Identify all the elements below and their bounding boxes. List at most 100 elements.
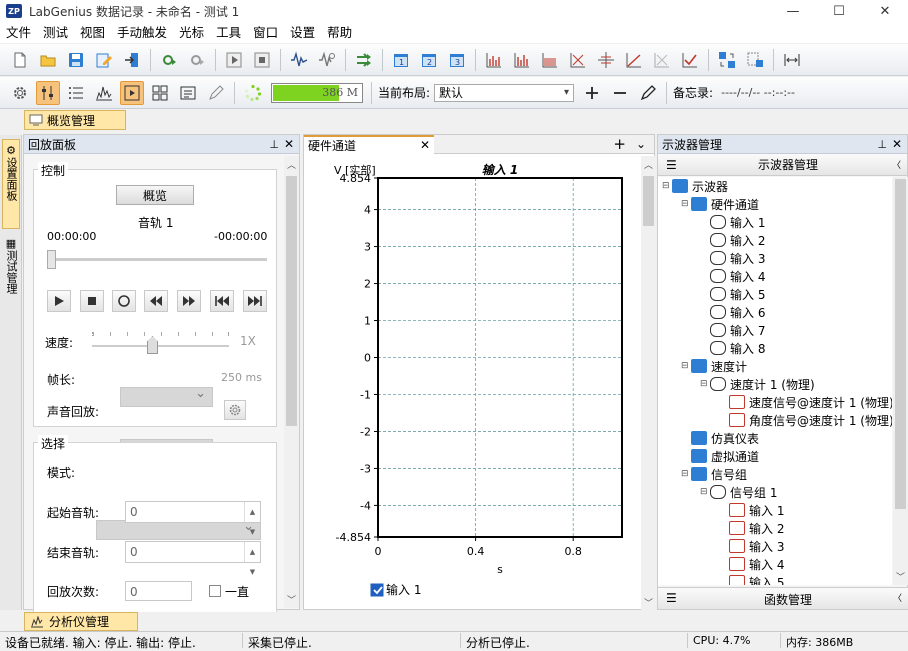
overview-button[interactable]: 概览 [116, 185, 194, 205]
signal-button[interactable] [287, 48, 311, 72]
tab-test-management[interactable]: ▦ 测试管理 [2, 233, 20, 323]
tree-item[interactable]: 虚拟通道 [681, 447, 759, 465]
tree-item[interactable]: 输入 5 [719, 573, 784, 585]
chart-disabled-button[interactable] [650, 48, 674, 72]
collapse-toggle-icon[interactable]: ⊟ [681, 469, 691, 479]
layout-3-button[interactable]: 3 [445, 48, 469, 72]
chart-bar2-button[interactable] [510, 48, 534, 72]
collapse-toggle-icon[interactable]: ⊟ [681, 361, 691, 371]
pin-icon[interactable]: ⊥ [269, 138, 279, 151]
new-file-button[interactable] [8, 48, 32, 72]
stop-button[interactable] [250, 48, 274, 72]
chart[interactable]: 4.85443210-1-2-3-4-4.8540 0.4 0.8输入 1V [实部… [304, 156, 638, 611]
analyzer-tab[interactable]: 分析仪管理 [24, 612, 138, 631]
tree-item[interactable]: 速度信号@速度计 1 (物理) [719, 393, 892, 411]
menu-view[interactable]: 视图 [74, 22, 111, 43]
settings-button[interactable] [8, 81, 32, 105]
add-layout-button[interactable] [580, 81, 604, 105]
tab-menu-chevron-icon[interactable]: ⌄ [636, 137, 646, 151]
loop-button[interactable] [112, 290, 136, 312]
end-track-spinner[interactable]: ▲ ▼ [244, 542, 260, 576]
menu-settings[interactable]: 设置 [284, 22, 321, 43]
tree-item[interactable]: ⊟ 速度计 1 (物理) [700, 375, 815, 393]
start-track-input[interactable]: 0 ▲ ▼ [125, 501, 261, 536]
layout-1-button[interactable]: 1 [389, 48, 413, 72]
overview-tab[interactable]: 概览管理 [24, 110, 126, 130]
close-tab-icon[interactable]: ✕ [420, 138, 430, 152]
play-button[interactable] [47, 290, 71, 312]
tree-item[interactable]: ⊟ 速度计 [681, 357, 747, 375]
skip-end-button[interactable] [243, 290, 267, 312]
scope-subheader[interactable]: ☰ 示波器管理 〈 [658, 154, 907, 176]
tree-scrollbar[interactable]: ﹀ [893, 177, 908, 585]
tree-item[interactable]: 输入 8 [700, 339, 765, 357]
chart-grid-button[interactable] [566, 48, 590, 72]
fit-width-button[interactable] [780, 48, 804, 72]
remove-layout-button[interactable] [608, 81, 632, 105]
chart-trend-button[interactable] [622, 48, 646, 72]
collapse-icon[interactable]: 〈 [893, 591, 902, 604]
signal-settings-button[interactable] [315, 48, 339, 72]
playback-panel-button[interactable] [120, 80, 144, 105]
chart-cross-button[interactable] [594, 48, 618, 72]
close-icon[interactable]: ✕ [284, 137, 294, 151]
tree-scroll-thumb[interactable] [895, 179, 906, 509]
tree-item[interactable]: 输入 2 [700, 231, 765, 249]
minimize-button[interactable]: — [770, 0, 816, 22]
tree-item[interactable]: 角度信号@速度计 1 (物理) [719, 411, 892, 429]
tree-item[interactable]: 输入 2 [719, 519, 784, 537]
collapse-toggle-icon[interactable]: ⊟ [700, 487, 710, 497]
close-button[interactable]: ✕ [862, 0, 908, 22]
end-track-input[interactable]: 0 ▲ ▼ [125, 541, 261, 576]
frame-select[interactable] [120, 386, 213, 407]
transfer-button[interactable] [352, 48, 376, 72]
scroll-up-icon[interactable]: ︿ [644, 158, 653, 171]
channel-settings-button[interactable] [36, 80, 60, 105]
menu-help[interactable]: 帮助 [321, 22, 358, 43]
tree-item[interactable]: 输入 5 [700, 285, 765, 303]
speed-track[interactable] [92, 345, 229, 347]
tree-item[interactable]: 输入 6 [700, 303, 765, 321]
mode-select[interactable] [96, 519, 261, 540]
scroll-down-icon[interactable]: ﹀ [287, 593, 296, 606]
chart-scrollbar[interactable]: ︿ ﹀ [641, 156, 656, 611]
tree-item[interactable]: ⊟ 示波器 [662, 177, 728, 195]
open-button[interactable] [36, 48, 60, 72]
scroll-down-icon[interactable]: ﹀ [896, 570, 905, 583]
loop-input[interactable]: 0 [125, 581, 192, 601]
tree-item[interactable]: 输入 3 [700, 249, 765, 267]
tree-item[interactable]: ⊟ 硬件通道 [681, 195, 759, 213]
layout-2-button[interactable]: 2 [417, 48, 441, 72]
stop-analysis-button[interactable] [185, 48, 209, 72]
chart-check-button[interactable] [678, 48, 702, 72]
menu-file[interactable]: 文件 [0, 22, 37, 43]
function-management-bar[interactable]: ☰ 函数管理 〈 [658, 587, 908, 609]
spinner-up-icon[interactable]: ▲ [250, 502, 255, 522]
close-icon[interactable]: ✕ [892, 137, 902, 151]
menu-manual-trigger[interactable]: 手动触发 [111, 22, 173, 43]
rename-layout-button[interactable] [636, 81, 660, 105]
pin-icon[interactable]: ⊥ [877, 138, 887, 151]
playback-scrollbar[interactable]: ︿ ﹀ [284, 156, 299, 608]
save-button[interactable] [64, 48, 88, 72]
spinner-up-icon[interactable]: ▲ [250, 542, 255, 562]
collapse-toggle-icon[interactable]: ⊟ [681, 199, 691, 209]
run-analysis-button[interactable] [157, 48, 181, 72]
scroll-up-icon[interactable]: ︿ [287, 158, 296, 171]
list-button[interactable] [64, 81, 88, 105]
chart-scroll-thumb[interactable] [643, 176, 654, 226]
rewind-button[interactable] [144, 290, 168, 312]
stop-button[interactable] [80, 290, 104, 312]
tab-settings-panel[interactable]: ⚙ 设置面板 [2, 139, 20, 229]
skip-start-button[interactable] [210, 290, 234, 312]
report-button[interactable] [176, 81, 200, 105]
start-track-spinner[interactable]: ▲ ▼ [244, 502, 260, 536]
position-slider-thumb[interactable] [47, 250, 56, 269]
chart-bar-button[interactable] [482, 48, 506, 72]
tree-item[interactable]: 输入 1 [700, 213, 765, 231]
lock-button[interactable] [743, 48, 767, 72]
spinner-down-icon[interactable]: ▼ [250, 522, 255, 542]
grid-view-button[interactable] [148, 81, 172, 105]
play-button[interactable] [222, 48, 246, 72]
scroll-down-icon[interactable]: ﹀ [644, 596, 653, 609]
